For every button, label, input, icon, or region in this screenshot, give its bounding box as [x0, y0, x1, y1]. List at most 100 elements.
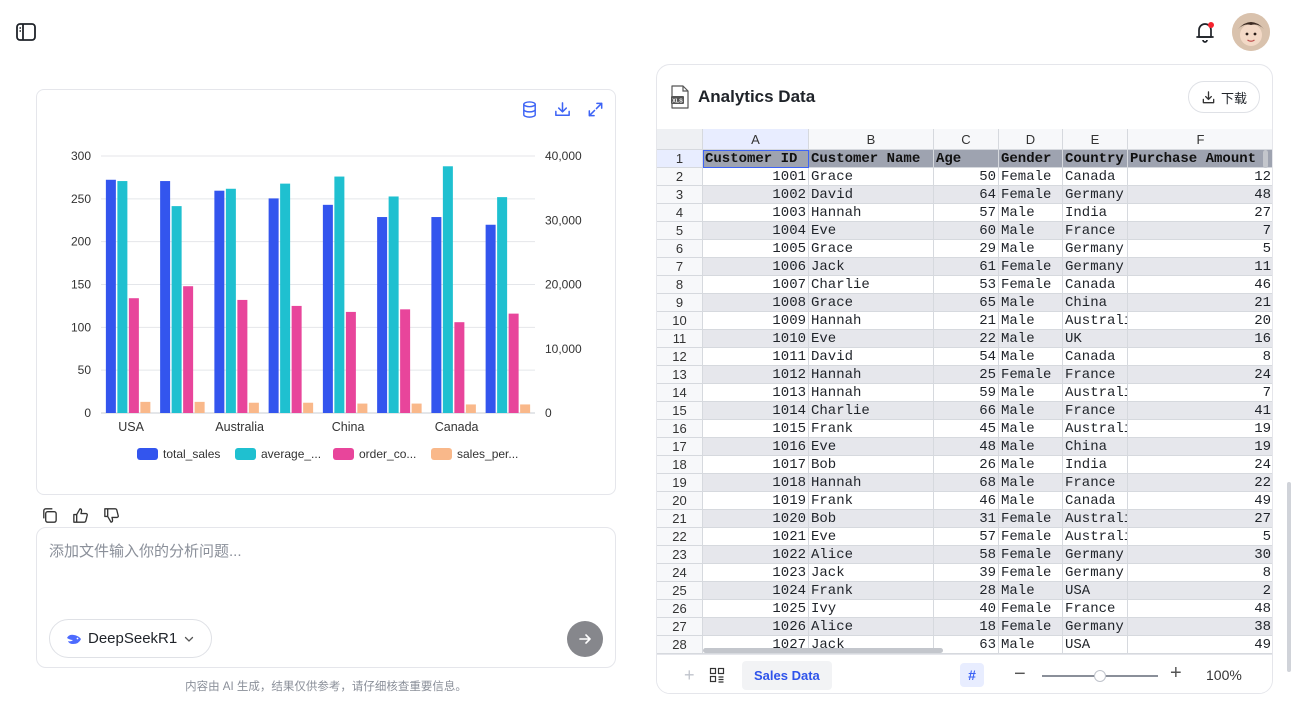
table-cell[interactable]: Male [999, 294, 1063, 312]
vertical-scrollbar[interactable] [1263, 150, 1268, 168]
table-cell[interactable]: Female [999, 168, 1063, 186]
table-cell[interactable]: 1015 [703, 420, 809, 438]
table-cell[interactable]: Female [999, 546, 1063, 564]
row-number[interactable]: 9 [657, 294, 703, 312]
notification-button[interactable] [1192, 19, 1218, 45]
table-cell[interactable]: 59 [934, 384, 999, 402]
table-cell[interactable]: Grace [809, 294, 934, 312]
row-number[interactable]: 3 [657, 186, 703, 204]
table-cell[interactable]: Frank [809, 492, 934, 510]
table-cell[interactable]: 39 [934, 564, 999, 582]
sidebar-toggle-icon[interactable] [14, 20, 38, 44]
table-cell[interactable]: Male [999, 330, 1063, 348]
table-cell[interactable]: 1018 [703, 474, 809, 492]
table-cell[interactable]: Male [999, 402, 1063, 420]
table-cell[interactable]: Eve [809, 222, 934, 240]
table-cell[interactable]: Ivy [809, 600, 934, 618]
row-number[interactable]: 18 [657, 456, 703, 474]
table-cell[interactable]: Male [999, 312, 1063, 330]
table-cell[interactable]: 5 [1128, 240, 1272, 258]
table-cell[interactable]: 27 [1128, 204, 1272, 222]
zoom-in-button[interactable]: + [1170, 662, 1182, 684]
row-number[interactable]: 14 [657, 384, 703, 402]
table-cell[interactable]: Hannah [809, 204, 934, 222]
table-cell[interactable]: France [1063, 600, 1128, 618]
table-cell[interactable]: 48 [1128, 600, 1272, 618]
table-cell[interactable]: 40 [934, 600, 999, 618]
header-cell[interactable]: Purchase Amount [1128, 150, 1272, 168]
table-cell[interactable]: Male [999, 492, 1063, 510]
table-cell[interactable]: Male [999, 240, 1063, 258]
table-cell[interactable]: 1005 [703, 240, 809, 258]
table-cell[interactable]: Eve [809, 330, 934, 348]
page-scrollbar[interactable] [1287, 482, 1291, 672]
table-cell[interactable]: 38 [1128, 618, 1272, 636]
row-number[interactable]: 27 [657, 618, 703, 636]
table-cell[interactable]: 1014 [703, 402, 809, 420]
table-cell[interactable]: Alice [809, 618, 934, 636]
table-cell[interactable]: Canada [1063, 348, 1128, 366]
row-number[interactable]: 12 [657, 348, 703, 366]
header-cell[interactable]: Gender [999, 150, 1063, 168]
table-cell[interactable]: Germany [1063, 186, 1128, 204]
table-cell[interactable]: Bob [809, 510, 934, 528]
table-cell[interactable]: Eve [809, 438, 934, 456]
table-cell[interactable]: 48 [934, 438, 999, 456]
table-cell[interactable]: Male [999, 348, 1063, 366]
table-cell[interactable]: 29 [934, 240, 999, 258]
table-cell[interactable]: 5 [1128, 528, 1272, 546]
table-cell[interactable]: 8 [1128, 564, 1272, 582]
table-cell[interactable]: Female [999, 276, 1063, 294]
table-cell[interactable]: Male [999, 222, 1063, 240]
row-number[interactable]: 1 [657, 150, 703, 168]
table-cell[interactable]: Australi [1063, 420, 1128, 438]
header-cell[interactable]: Age [934, 150, 999, 168]
table-cell[interactable]: 1009 [703, 312, 809, 330]
table-cell[interactable]: Germany [1063, 258, 1128, 276]
table-cell[interactable]: Female [999, 258, 1063, 276]
table-cell[interactable]: 49 [1128, 636, 1272, 654]
table-cell[interactable]: 1003 [703, 204, 809, 222]
send-button[interactable] [567, 621, 603, 657]
table-cell[interactable]: Germany [1063, 618, 1128, 636]
table-cell[interactable]: 54 [934, 348, 999, 366]
table-cell[interactable]: Female [999, 186, 1063, 204]
table-cell[interactable]: 1002 [703, 186, 809, 204]
table-cell[interactable]: Jack [809, 258, 934, 276]
table-cell[interactable]: Female [999, 510, 1063, 528]
table-cell[interactable]: Hannah [809, 384, 934, 402]
model-selector[interactable]: DeepSeekR1 [49, 619, 213, 658]
table-cell[interactable]: Hannah [809, 474, 934, 492]
copy-icon[interactable] [40, 506, 59, 525]
table-cell[interactable]: Grace [809, 168, 934, 186]
row-number[interactable]: 23 [657, 546, 703, 564]
row-number[interactable]: 13 [657, 366, 703, 384]
table-cell[interactable]: 7 [1128, 384, 1272, 402]
table-cell[interactable]: China [1063, 438, 1128, 456]
table-cell[interactable]: 1006 [703, 258, 809, 276]
table-cell[interactable]: Alice [809, 546, 934, 564]
table-cell[interactable]: 1020 [703, 510, 809, 528]
header-cell[interactable]: Country [1063, 150, 1128, 168]
select-all-corner[interactable] [657, 129, 703, 150]
column-header-B[interactable]: B [809, 129, 934, 150]
table-cell[interactable]: Australi [1063, 384, 1128, 402]
table-cell[interactable]: 49 [1128, 492, 1272, 510]
sheet-list-icon[interactable] [709, 667, 725, 683]
table-cell[interactable]: 7 [1128, 222, 1272, 240]
table-cell[interactable]: 65 [934, 294, 999, 312]
zoom-slider[interactable] [1042, 670, 1158, 682]
table-cell[interactable]: Hannah [809, 312, 934, 330]
table-cell[interactable]: 27 [1128, 510, 1272, 528]
table-cell[interactable]: 1010 [703, 330, 809, 348]
table-cell[interactable]: 22 [934, 330, 999, 348]
table-cell[interactable]: 58 [934, 546, 999, 564]
zoom-slider-handle[interactable] [1094, 670, 1106, 682]
add-sheet-button[interactable]: + [684, 666, 695, 684]
row-number[interactable]: 10 [657, 312, 703, 330]
table-cell[interactable]: 41 [1128, 402, 1272, 420]
table-cell[interactable]: Male [999, 636, 1063, 654]
table-cell[interactable]: 1011 [703, 348, 809, 366]
table-cell[interactable]: 1023 [703, 564, 809, 582]
table-cell[interactable]: Female [999, 618, 1063, 636]
